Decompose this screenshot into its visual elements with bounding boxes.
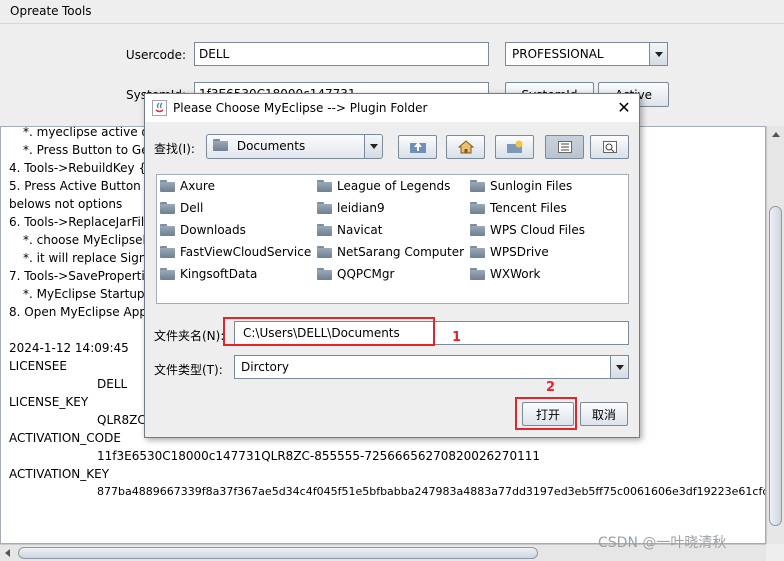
log-line: *. MyEclipse Startup W (23, 287, 161, 301)
horizontal-scroll-thumb[interactable] (18, 547, 538, 559)
folder-icon (317, 224, 332, 236)
folder-icon (470, 246, 485, 258)
list-item[interactable]: Dell (160, 201, 203, 215)
scroll-up-icon[interactable] (772, 132, 780, 137)
log-line: 7. Tools->SavePropertites (9, 269, 164, 283)
log-line: DELL (97, 377, 128, 391)
log-line: *. choose MyEclipseFo (23, 233, 157, 247)
log-line: 8. Open MyEclipse Applic (9, 305, 161, 319)
log-line: 4. Tools->RebuildKey {C (9, 161, 155, 175)
list-item[interactable]: Downloads (160, 223, 246, 237)
new-folder-button[interactable] (495, 135, 534, 159)
annotation-step-2: 2 (546, 380, 556, 395)
home-icon (457, 140, 474, 154)
folder-icon (160, 224, 175, 236)
folder-icon (160, 202, 175, 214)
log-line: 11f3E6530C18000c147731QLR8ZC-855555-7256… (97, 449, 540, 463)
look-in-label: 查找(I): (154, 142, 195, 156)
list-item[interactable]: QQPCMgr (317, 267, 394, 281)
chevron-down-icon[interactable] (610, 356, 628, 378)
list-item[interactable]: WPSDrive (470, 245, 549, 259)
annotation-box-folder-name (223, 317, 435, 346)
java-icon (152, 100, 167, 116)
edition-value: PROFESSIONAL (512, 47, 604, 61)
details-view-button[interactable] (590, 135, 629, 159)
edition-select[interactable]: PROFESSIONAL (505, 42, 668, 66)
close-icon[interactable]: ✕ (615, 99, 633, 117)
list-item[interactable]: WPS Cloud Files (470, 223, 585, 237)
log-line: LICENSEE (9, 359, 67, 373)
log-line: *. Press Button to Gen (23, 143, 157, 157)
folder-icon (470, 224, 485, 236)
look-in-value: Documents (236, 139, 306, 153)
annotation-box-open (515, 397, 577, 430)
list-item[interactable]: FastViewCloudService (160, 245, 311, 259)
list-item[interactable]: Navicat (317, 223, 382, 237)
annotation-step-1: 1 (452, 330, 462, 345)
log-line: 877ba4889667339f8a37f367ae5d34c4f045f51e… (97, 485, 766, 498)
folder-icon (317, 268, 332, 280)
file-type-label: 文件类型(T): (154, 363, 223, 377)
list-item[interactable]: Tencent Files (470, 201, 567, 215)
look-in-select[interactable]: Documents (206, 134, 383, 159)
folder-icon (470, 180, 485, 192)
chevron-down-icon[interactable] (649, 43, 667, 65)
file-type-select[interactable]: Dirctory (234, 355, 629, 379)
list-item[interactable]: KingsoftData (160, 267, 257, 281)
list-view-button[interactable] (545, 135, 584, 159)
folder-icon (160, 246, 175, 258)
folder-name-label: 文件夹名(N): (154, 329, 225, 343)
menu-bar: Opreate Tools (0, 0, 784, 24)
log-line: LICENSE_KEY (9, 395, 89, 409)
vertical-scroll-thumb[interactable] (769, 206, 782, 526)
usercode-input[interactable]: DELL (194, 42, 489, 66)
log-line: 6. Tools->ReplaceJarFile (9, 215, 152, 229)
folder-icon (160, 268, 175, 280)
file-type-value: Dirctory (241, 360, 289, 374)
list-view-icon (557, 141, 572, 153)
folder-chooser-dialog: Please Choose MyEclipse --> Plugin Folde… (144, 93, 640, 438)
menu-tools[interactable]: Tools (62, 4, 92, 18)
up-folder-icon (409, 142, 426, 153)
folder-icon (160, 180, 175, 192)
list-item[interactable]: leidian9 (317, 201, 385, 215)
log-line: ACTIVATION_KEY (9, 467, 110, 481)
details-view-icon (602, 141, 617, 153)
file-list[interactable]: Axure League of Legends Sunlogin Files D… (156, 174, 629, 304)
log-line: ACTIVATION_CODE (9, 431, 121, 445)
usercode-label: Usercode: (125, 48, 186, 62)
folder-icon (470, 202, 485, 214)
folder-icon (317, 202, 332, 214)
log-line: QLR8ZC (97, 413, 146, 427)
log-line: 5. Press Active Button (9, 179, 141, 193)
new-folder-icon (506, 140, 522, 153)
folder-icon (470, 268, 485, 280)
dialog-title: Please Choose MyEclipse --> Plugin Folde… (173, 101, 428, 115)
menu-operate[interactable]: Opreate (10, 4, 59, 18)
list-item[interactable]: League of Legends (317, 179, 450, 193)
folder-icon (213, 139, 228, 151)
scroll-left-icon[interactable] (5, 549, 10, 557)
folder-icon (317, 246, 332, 258)
list-item[interactable]: Sunlogin Files (470, 179, 572, 193)
folder-icon (317, 180, 332, 192)
list-item[interactable]: NetSarang Computer (317, 245, 464, 259)
watermark: CSDN @一叶晓清秋 (598, 535, 727, 551)
log-line: belows not options (9, 197, 123, 211)
chevron-down-icon[interactable] (364, 135, 382, 158)
list-item[interactable]: Axure (160, 179, 215, 193)
dialog-titlebar[interactable]: Please Choose MyEclipse --> Plugin Folde… (145, 94, 639, 122)
up-folder-button[interactable] (398, 135, 437, 159)
home-button[interactable] (446, 135, 485, 159)
cancel-button[interactable]: 取消 (580, 402, 628, 426)
vertical-scrollbar[interactable] (766, 126, 784, 544)
log-line: 2024-1-12 14:09:45 (9, 341, 129, 355)
list-item[interactable]: WXWork (470, 267, 540, 281)
